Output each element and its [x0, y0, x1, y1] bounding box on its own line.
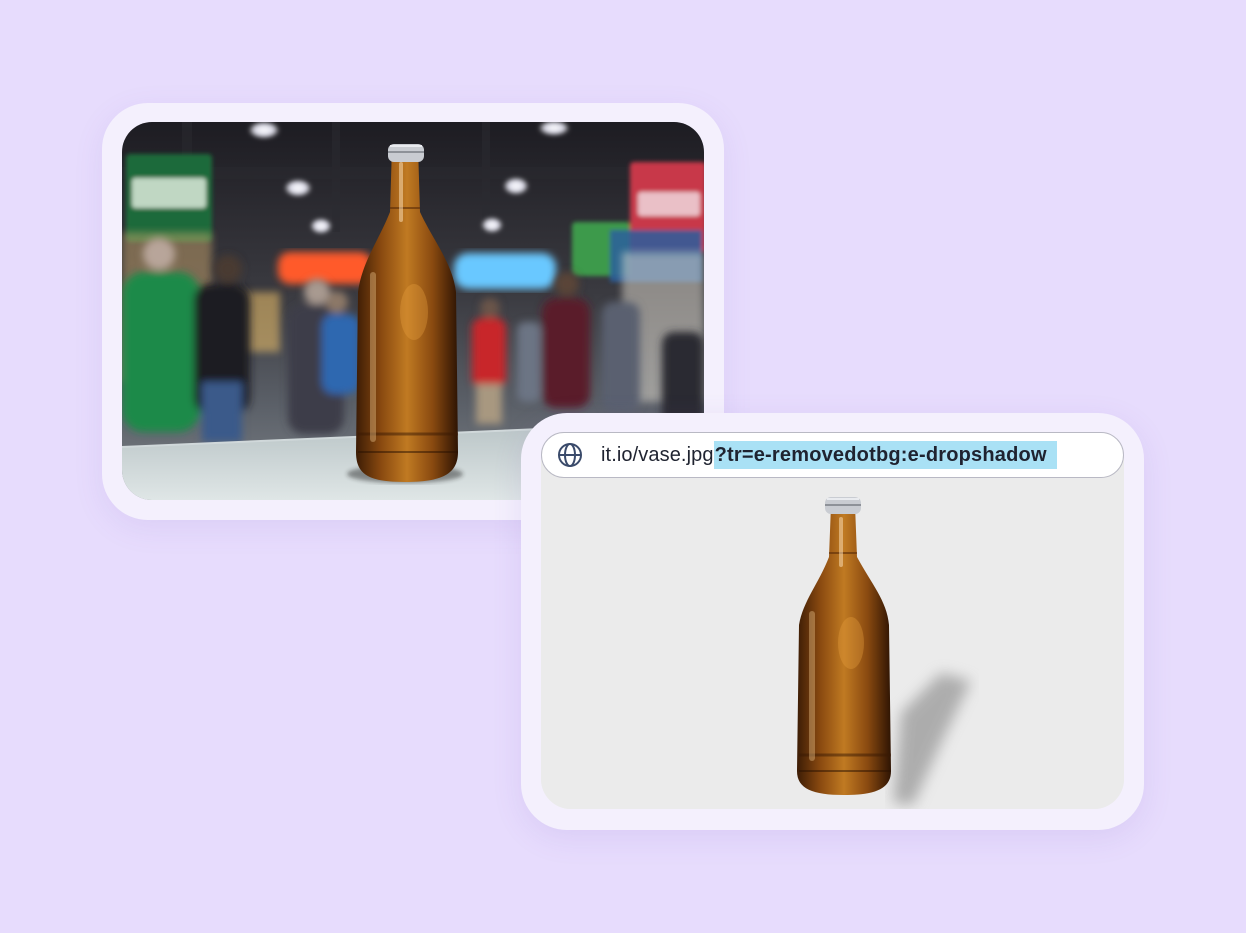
url-transform-query: ?tr=e-removedotbg:e-dropshadow [713, 441, 1057, 469]
result-photo [541, 433, 1124, 809]
globe-icon [556, 441, 584, 469]
url-base-path: it.io/vase.jpg [601, 444, 714, 466]
url-text[interactable]: it.io/vase.jpg ?tr=e-removedotbg:e-dropsh… [601, 441, 1057, 469]
url-bar[interactable]: it.io/vase.jpg ?tr=e-removedotbg:e-dropsh… [541, 432, 1124, 478]
